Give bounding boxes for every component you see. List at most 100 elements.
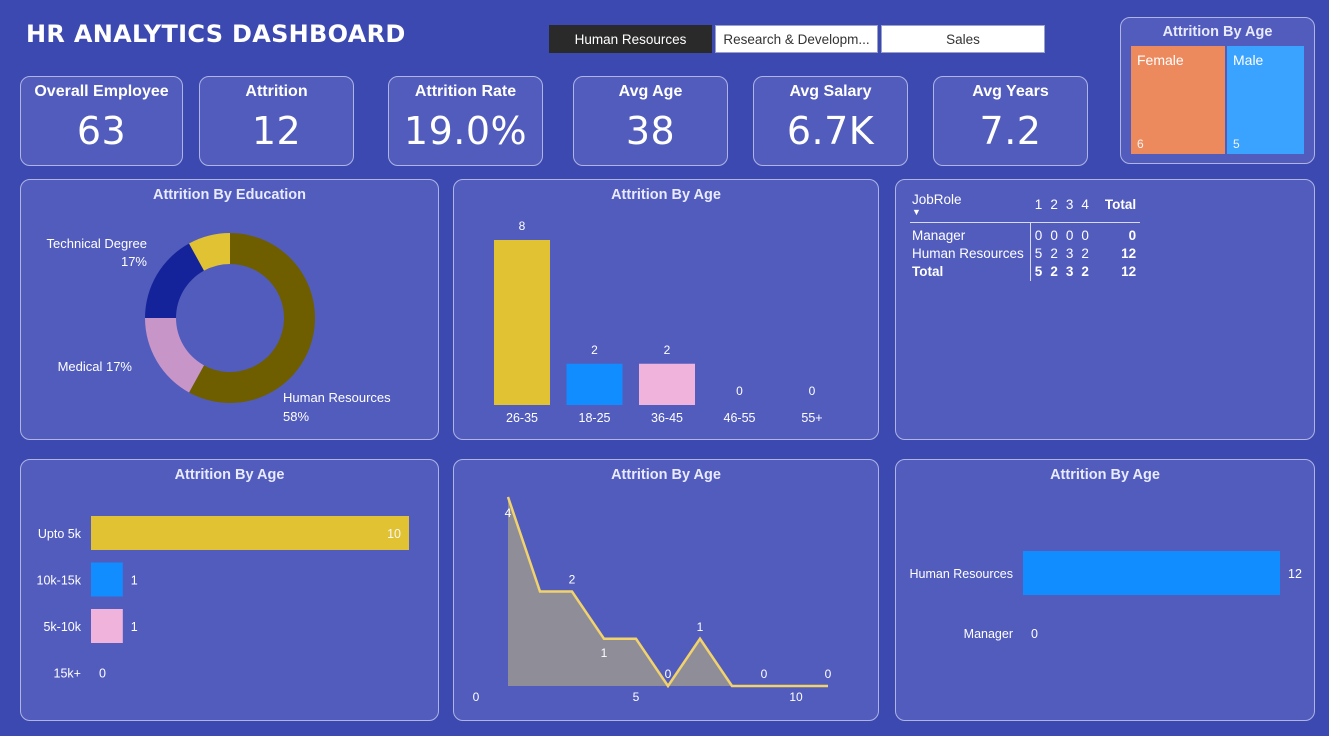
donut-label: 58% (283, 409, 309, 424)
gender-treemap-panel[interactable]: Attrition By Age Female 6 Male 5 (1120, 17, 1315, 164)
kpi-card-avg-years[interactable]: Avg Years 7.2 (933, 76, 1088, 166)
bar-data-label: 1 (131, 574, 138, 588)
jobrole-matrix-panel[interactable]: JobRole ▼ 1 2 3 4 Total Manager 0 0 0 0 … (895, 179, 1315, 440)
age-bar[interactable] (494, 240, 550, 405)
x-tick-label: 46-55 (724, 411, 756, 425)
salary-bar[interactable] (91, 609, 123, 643)
age-bar-panel[interactable]: Attrition By Age 8 26-35 2 18-25 2 36-45 0 46-5… (453, 179, 879, 440)
kpi-value: 12 (251, 109, 302, 153)
matrix-header-col: 4 (1081, 196, 1089, 212)
matrix-cell: 5 (1034, 264, 1043, 279)
matrix-header-label: JobRole (912, 192, 962, 207)
slicer-option-human-resources[interactable]: Human Resources (549, 25, 712, 53)
bar-data-label: 2 (664, 343, 671, 357)
bar-data-label: 2 (591, 343, 598, 357)
point-data-label: 1 (697, 620, 704, 634)
point-data-label: 4 (505, 506, 512, 520)
jobrole-bar-panel[interactable]: Attrition By Age Human Resources 12 Manage… (895, 459, 1315, 721)
department-slicer: Human Resources Research & Developm... S… (549, 25, 1048, 53)
years-area-panel[interactable]: Attrition By Age 4 2 1 0 1 0 0 0 5 10 (453, 459, 879, 721)
matrix-cell: 2 (1081, 246, 1089, 261)
matrix-cell: 2 (1050, 246, 1058, 261)
donut-slice[interactable] (145, 318, 204, 393)
age-bar[interactable] (639, 363, 695, 405)
bar-data-label: 0 (1031, 627, 1038, 641)
panel-title: Attrition By Age (1162, 24, 1273, 40)
matrix-row-total: 12 (1121, 246, 1137, 261)
kpi-label: Avg Years (972, 83, 1049, 100)
slicer-option-sales[interactable]: Sales (881, 25, 1045, 53)
x-tick-label: 10 (789, 690, 803, 704)
kpi-label: Attrition Rate (414, 83, 517, 100)
x-tick-label: 26-35 (506, 411, 538, 425)
matrix-header-col: 1 (1034, 196, 1043, 212)
matrix-row-label: Total (910, 262, 1031, 281)
y-tick-label: 15k+ (54, 667, 81, 681)
years-area-chart[interactable]: 421010 00 5 10 (454, 460, 880, 722)
kpi-label: Avg Salary (789, 83, 872, 100)
kpi-card-avg-salary[interactable]: Avg Salary 6.7K (753, 76, 908, 166)
matrix-cell: 3 (1065, 264, 1074, 279)
matrix-cell: 0 (1065, 228, 1074, 243)
kpi-card-attrition-rate[interactable]: Attrition Rate 19.0% (388, 76, 543, 166)
kpi-value: 7.2 (979, 109, 1042, 153)
salary-bar-chart[interactable]: Upto 5k 10 10k-15k 1 5k-10k 1 15k+ 0 (21, 460, 440, 722)
matrix-row-total: 0 (1128, 228, 1137, 243)
bar-data-label: 10 (387, 527, 401, 541)
kpi-value: 19.0% (403, 109, 528, 153)
kpi-card-attrition[interactable]: Attrition 12 (199, 76, 354, 166)
jobrole-bar[interactable] (1023, 551, 1280, 595)
donut-slice[interactable] (145, 243, 204, 318)
kpi-value: 6.7K (786, 109, 875, 153)
y-tick-label: Human Resources (909, 567, 1013, 581)
sort-arrow-icon[interactable]: ▼ (912, 208, 1024, 217)
kpi-card-avg-age[interactable]: Avg Age 38 (573, 76, 728, 166)
donut-label: 17% (121, 254, 147, 269)
treemap-label: Female (1137, 52, 1184, 68)
point-data-label: 1 (601, 646, 608, 660)
bar-data-label: 8 (519, 219, 526, 233)
treemap-tile-female[interactable]: Female 6 (1131, 46, 1225, 154)
matrix-row[interactable]: Human Resources 5 2 3 2 12 (910, 244, 1140, 263)
bar-data-label: 1 (131, 620, 138, 634)
age-bar-chart[interactable]: 8 26-35 2 18-25 2 36-45 0 46-55 0 55+ (454, 180, 880, 441)
education-donut-chart[interactable]: Technical Degree 17% Medical 17% Human Reso… (21, 180, 440, 441)
matrix-cell: 0 (1050, 228, 1058, 243)
treemap-value: 5 (1233, 137, 1240, 151)
kpi-value: 38 (625, 109, 676, 153)
kpi-label: Attrition (245, 83, 308, 100)
matrix-header-col: 2 (1050, 196, 1058, 212)
point-data-label: 0 (825, 667, 832, 681)
matrix-row-label: Manager (910, 226, 1031, 245)
bar-data-label: 0 (809, 384, 816, 398)
salary-bar-panel[interactable]: Attrition By Age Upto 5k 10 10k-15k 1 5k-10k… (20, 459, 439, 721)
x-tick-label: 5 (633, 690, 640, 704)
donut-label: Human Resources (283, 390, 391, 405)
salary-bar[interactable] (91, 562, 123, 597)
slicer-option-research-development[interactable]: Research & Developm... (715, 25, 878, 53)
bar-data-label: 12 (1288, 567, 1302, 581)
point-data-label: 2 (569, 573, 576, 587)
treemap-value: 6 (1137, 137, 1144, 151)
y-tick-label: Upto 5k (38, 527, 82, 541)
age-bar[interactable] (566, 363, 623, 405)
salary-bar[interactable] (91, 516, 409, 550)
donut-label: Technical Degree (47, 236, 147, 251)
kpi-label: Overall Employee (34, 83, 169, 100)
education-donut-panel[interactable]: Attrition By Education Technical Degree 1… (20, 179, 439, 440)
kpi-label: Avg Age (618, 83, 683, 100)
treemap-tile-male[interactable]: Male 5 (1227, 46, 1304, 154)
matrix-total-row: Total 5 2 3 2 12 (910, 262, 1140, 281)
kpi-card-overall-employee[interactable]: Overall Employee 63 (20, 76, 183, 166)
matrix-row[interactable]: Manager 0 0 0 0 0 (910, 226, 1140, 245)
x-tick-label: 0 (473, 690, 480, 704)
point-data-label: 0 (761, 667, 768, 681)
point-data-label: 0 (665, 667, 672, 681)
matrix-header-jobrole[interactable]: JobRole ▼ (910, 192, 1030, 223)
y-tick-label: 5k-10k (43, 620, 81, 634)
jobrole-bar-chart[interactable]: Human Resources 12 Manager 0 (896, 460, 1316, 722)
treemap-label: Male (1233, 52, 1264, 68)
x-tick-label: 18-25 (579, 411, 611, 425)
y-tick-label: 10k-15k (37, 574, 82, 588)
x-tick-label: 55+ (801, 411, 822, 425)
